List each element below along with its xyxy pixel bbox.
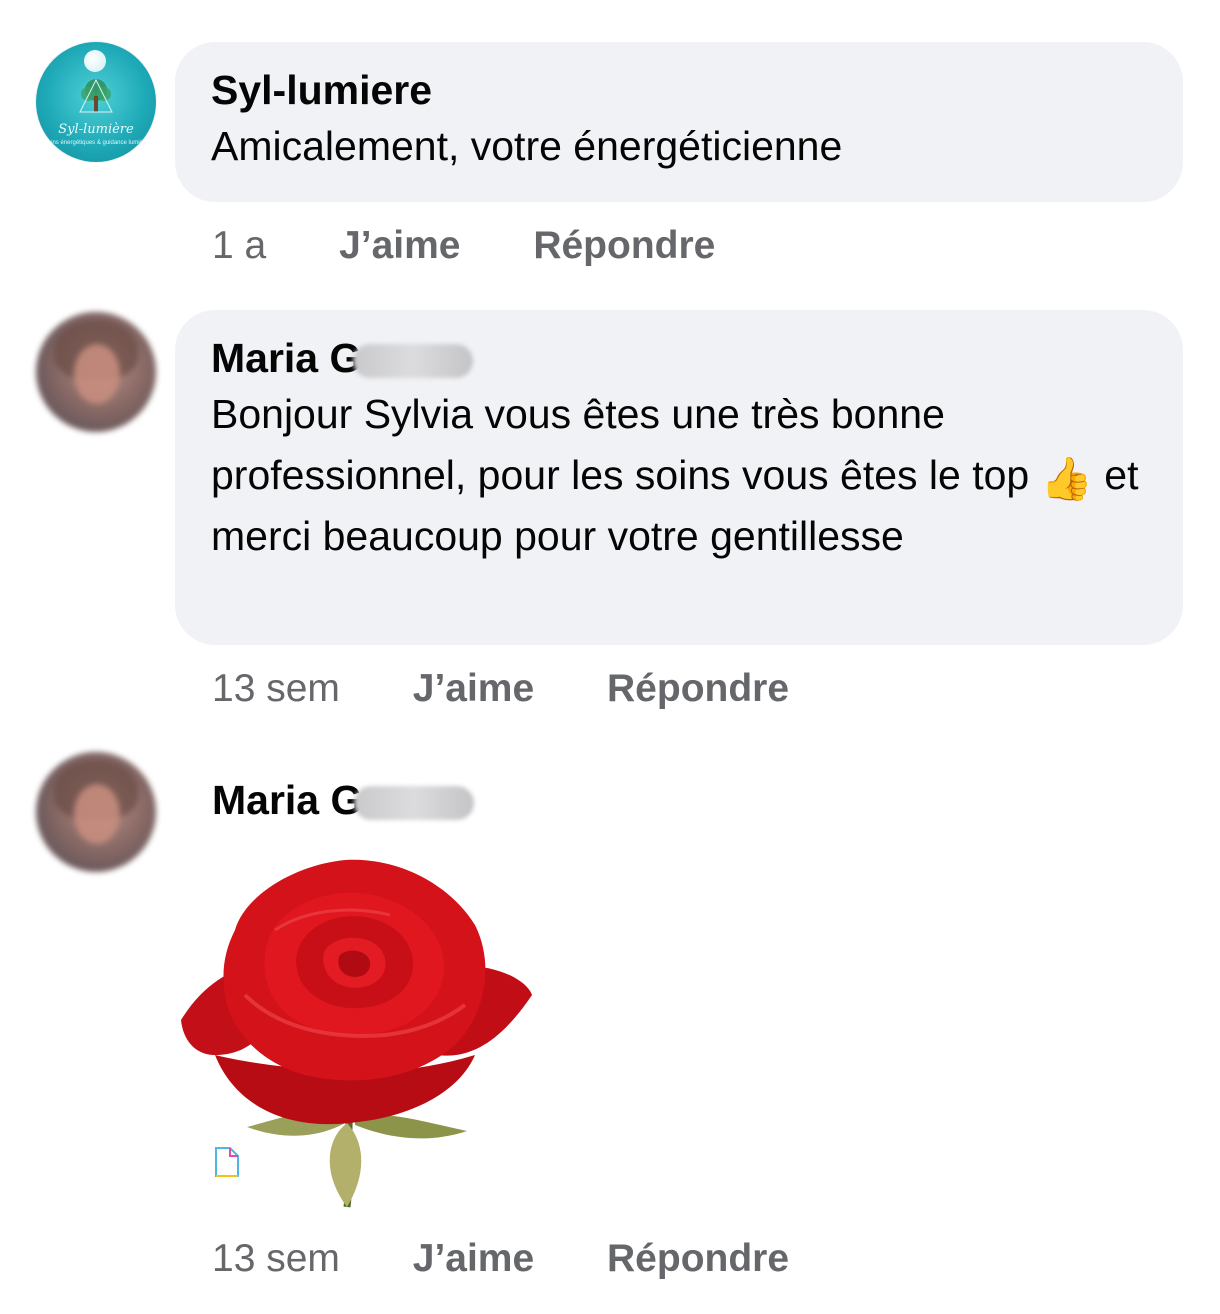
comment-time[interactable]: 1 a xyxy=(212,222,266,270)
comment-author-name: Maria G xyxy=(212,777,363,823)
comment-text: Bonjour Sylvia vous êtes une très bonne … xyxy=(211,384,1147,567)
reply-button[interactable]: Répondre xyxy=(607,665,789,713)
comment-actions: 1 a J’aime Répondre xyxy=(212,222,715,270)
avatar[interactable] xyxy=(36,752,156,872)
like-button[interactable]: J’aime xyxy=(413,665,534,713)
avatar-face xyxy=(74,344,120,404)
broken-file-icon xyxy=(215,1147,239,1177)
comment-bubble: Maria G Bonjour Sylvia vous êtes une trè… xyxy=(175,310,1183,645)
logo-tagline: Soins énergétiques & guidance lumière xyxy=(43,140,149,146)
comment-author[interactable]: Maria G xyxy=(211,332,474,384)
reply-button[interactable]: Répondre xyxy=(533,222,715,270)
moon-icon xyxy=(84,50,106,72)
comment-time[interactable]: 13 sem xyxy=(212,1235,340,1283)
avatar[interactable]: Syl-lumière Soins énergétiques & guidanc… xyxy=(36,42,156,162)
comment-author[interactable]: Syl-lumiere xyxy=(211,64,432,116)
comment-text-main: Bonjour Sylvia vous êtes une très bonne … xyxy=(211,391,1030,498)
like-button[interactable]: J’aime xyxy=(413,1235,534,1283)
comment-bubble: Syl-lumiere Amicalement, votre énergétic… xyxy=(175,42,1183,202)
comment-author[interactable]: Maria G xyxy=(212,774,475,826)
redacted-surname xyxy=(354,786,475,821)
tree-icon xyxy=(79,78,113,113)
like-button[interactable]: J’aime xyxy=(339,222,460,270)
logo-brand-text: Syl-lumière xyxy=(58,122,134,137)
comment-author-name: Maria G xyxy=(211,335,362,381)
comment-text: Amicalement, votre énergéticienne xyxy=(211,123,843,169)
reply-button[interactable]: Répondre xyxy=(607,1235,789,1283)
thumbs-up-icon: 👍 xyxy=(1040,455,1093,502)
comment-actions: 13 sem J’aime Répondre xyxy=(212,1235,789,1283)
comment-time[interactable]: 13 sem xyxy=(212,665,340,713)
redacted-surname xyxy=(353,344,474,379)
avatar[interactable] xyxy=(36,312,156,432)
avatar-face xyxy=(74,784,120,844)
comment-1: Syl-lumière Soins énergétiques & guidanc… xyxy=(0,0,1220,290)
comment-actions: 13 sem J’aime Répondre xyxy=(212,665,789,713)
